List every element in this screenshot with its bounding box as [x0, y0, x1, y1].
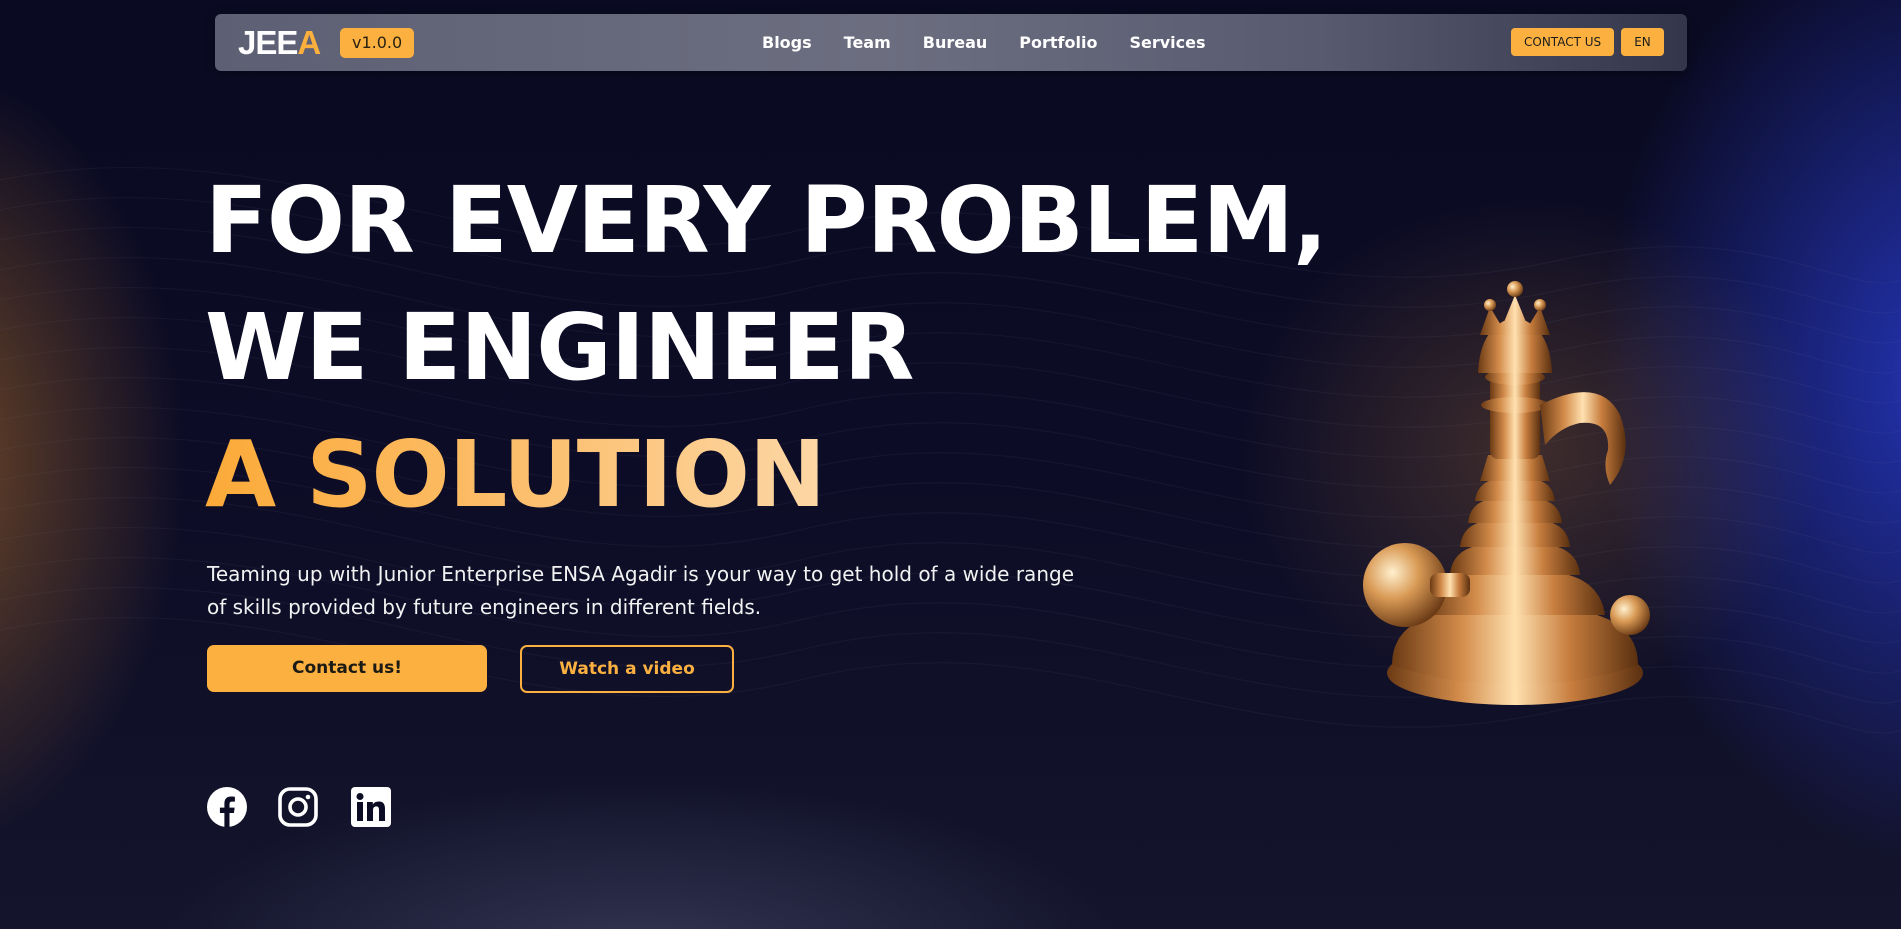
nav-link-portfolio[interactable]: Portfolio [1019, 33, 1097, 52]
nav-link-bureau[interactable]: Bureau [923, 33, 988, 52]
hero-subtitle: Teaming up with Junior Enterprise ENSA A… [207, 562, 1074, 619]
facebook-icon[interactable] [207, 787, 247, 827]
version-badge: v1.0.0 [340, 28, 415, 58]
nav-link-team[interactable]: Team [844, 33, 891, 52]
watch-video-button[interactable]: Watch a video [520, 645, 734, 693]
navbar: JEE A v1.0.0 Blogs Team Bureau Portfolio … [215, 14, 1687, 71]
language-toggle-button[interactable]: EN [1621, 28, 1664, 56]
logo-text-accent: A [297, 24, 321, 61]
contact-us-button[interactable]: Contact us! [207, 645, 487, 692]
logo-text-main: JEE [238, 24, 298, 61]
hero-title-line-2: WE ENGINEER [205, 294, 914, 401]
golden-queen-chess-piece-illustration [1363, 281, 1650, 705]
nav-link-blogs[interactable]: Blogs [762, 33, 812, 52]
linkedin-icon[interactable] [351, 787, 391, 827]
nav-links: Blogs Team Bureau Portfolio Services [762, 14, 1206, 71]
hero-title-line-3: A SOLUTION [205, 411, 1327, 538]
hero-title-line-1: FOR EVERY PROBLEM, [205, 167, 1328, 274]
hero-title: FOR EVERY PROBLEM, WE ENGINEER A SOLUTIO… [205, 157, 1328, 538]
jeea-logo[interactable]: JEE A [238, 24, 321, 61]
contact-us-nav-button[interactable]: CONTACT US [1511, 28, 1615, 56]
nav-link-services[interactable]: Services [1129, 33, 1205, 52]
instagram-icon[interactable] [278, 787, 318, 827]
